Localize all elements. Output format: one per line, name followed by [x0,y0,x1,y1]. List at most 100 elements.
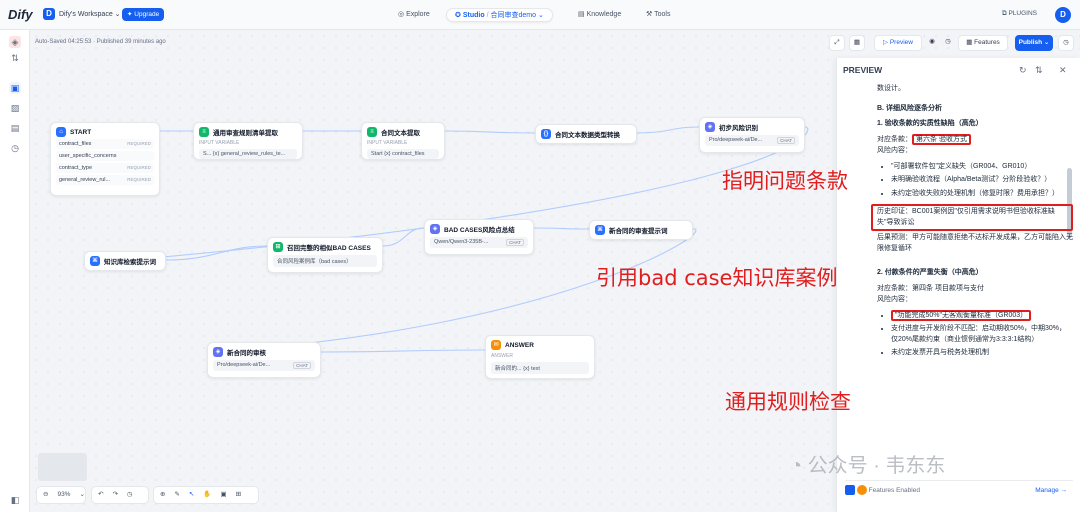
features-button[interactable]: ▦ Features [958,35,1008,51]
tools-icon: ⚒ [646,11,653,18]
start-node[interactable]: ⌂ START contract_files REQUIRED user_speci… [50,122,160,196]
refresh-icon[interactable]: ↻ [1019,65,1027,76]
var-required: REQUIRED [127,141,151,146]
close-icon[interactable]: ✕ [1059,65,1067,76]
add-note-icon[interactable]: ✎ [174,487,179,503]
node-body-text: 合同风险案例库（bad cases） [277,259,352,265]
annotation-badcase: 引用bad case知识库案例 [596,266,838,290]
code-icon: {} [541,129,551,139]
risk-label: 风险内容： [877,296,912,303]
node-body: Qwen/Qwen3-235B-... CHAT [430,237,528,248]
node-title: 新合同的审查提示词 [609,228,668,235]
swap-icon[interactable]: ⇅ [1035,65,1043,76]
user-avatar[interactable]: D [1055,7,1071,23]
annotation-rules: 通用规则检查 [725,390,851,414]
nav-tools[interactable]: ⚒ Tools [646,8,670,22]
organize-icon[interactable]: ⊞ [236,487,241,503]
start-var: contract_type REQUIRED [56,163,154,173]
app-name[interactable]: 合同审查demo [490,12,536,19]
list-item: 支付进度与开发阶段不匹配：启动期收50%，中期30%，仅20%尾款约束（商业惯例… [891,324,1073,345]
checklist-icon: ▦ [853,39,861,46]
features-icon: ▦ [966,39,973,46]
undo-icon[interactable]: ↶ [98,487,103,503]
risk-list: "可部署软件包"定义缺失（GR004、GR010） 未明确验收流程（Alpha/… [891,162,1073,200]
plugins-label: PLUGINS [1008,10,1038,17]
api-icon[interactable]: ▨ [9,102,21,114]
paragraph: 数设计。 [877,85,905,92]
workspace-avatar[interactable]: D [43,8,55,20]
canvas-tools: ⊕ ✎ ↖ ✋ ▣ ⊞ [153,486,259,504]
debug-icon[interactable]: ◉ [925,35,939,51]
zoom-level: 93% [57,491,71,498]
publish-button[interactable]: Publish ⌄ [1015,35,1053,51]
list-item: "可部署软件包"定义缺失（GR004、GR010） [891,162,1073,173]
orchestrate-icon[interactable]: ▣ [9,82,21,94]
var-required: REQUIRED [127,177,151,182]
checklist-button[interactable]: ▦ [849,35,865,51]
node-title: 新合同的审核 [227,350,266,357]
nav-explore-label: Explore [406,11,430,18]
node-title: 召回完整的相似BAD CASES [287,245,371,252]
start-var: contract_files REQUIRED [56,139,154,149]
node-contract-text-extract[interactable]: ≡ 合同文本提取 INPUT VARIABLE Start {x} contrac… [361,122,445,160]
model-name: Pro/deepseek-ai/De... [217,362,271,368]
upgrade-label: Upgrade [134,11,160,18]
var-name: user_specific_concerns [59,153,117,159]
nav-studio[interactable]: ✪ Studio / 合同审查demo ⌄ [446,8,553,22]
node-body-text: 新合同的... {x} text [495,366,540,372]
chevron-down-icon: ⌄ [537,12,544,19]
node-contract-review[interactable]: ◈ 新合同的审核 Pro/deepseek-ai/De... CHAT [207,342,321,378]
node-body-text: Start {x} contract_files [371,151,425,157]
nav-explore[interactable]: ◎ Explore [398,8,430,22]
export-icon[interactable]: ▣ [220,487,226,503]
node-badcase-summary[interactable]: ◈ BAD CASES风险点总结 Qwen/Qwen3-235B-... CHAT [424,219,534,255]
minimap[interactable] [38,453,87,481]
node-kb-prompt[interactable]: ⌘ 知识库检索提示词 [84,251,166,271]
answer-node[interactable]: ✉ ANSWER ANSWER 新合同的... {x} text [485,335,595,379]
node-title: 合同文本数据类型转换 [555,132,620,139]
annotation-problem-clause: 指明问题条款 [722,169,848,193]
add-node-icon[interactable]: ⊕ [160,487,165,503]
node-type-convert[interactable]: {} 合同文本数据类型转换 [535,124,637,144]
preview-label: Preview [889,39,913,46]
node-review-prompt[interactable]: ⌘ 新合同的审查提示词 [589,220,693,240]
risk-label: 风险内容： [877,147,912,154]
workspace-switcher[interactable]: Dify's Workspace ⌄ [59,10,121,18]
swap-icon[interactable]: ⇅ [9,52,21,64]
preview-title: PREVIEW [843,65,883,75]
node-body: 合同风险案例库（bad cases） [273,255,377,267]
nav-knowledge-label: Knowledge [586,11,622,18]
node-body: 新合同的... {x} text [491,362,589,374]
node-general-rules-extract[interactable]: ≡ 通用审查规则清单提取 INPUT VARIABLE S... {x} gene… [193,122,303,160]
history-icon[interactable]: ◷ [127,487,133,503]
node-title: 通用审查规则清单提取 [213,130,278,137]
watermark-text: 公众号 · 韦东东 [807,455,946,477]
app-icon[interactable]: ◈ [9,36,21,48]
paragraph: 后果预测：甲方可能随意拒绝不达标开发成果，乙方可能陷入无限修复循环 [877,234,1073,252]
redo-icon[interactable]: ↷ [112,487,117,503]
zoom-out-icon[interactable]: ⊖ [43,487,48,503]
plugins-link[interactable]: ⧉ PLUGINS [1002,10,1037,18]
node-title: START [70,128,92,136]
upgrade-button[interactable]: ✦ Upgrade [122,8,165,21]
node-title: ANSWER [505,341,534,349]
zoom-control[interactable]: ⊖ 93% ⌄ [36,486,86,504]
logs-icon[interactable]: ▤ [9,122,21,134]
version-history-button[interactable]: ◷ [1058,35,1074,51]
pointer-icon[interactable]: ↖ [189,487,194,503]
node-body: Start {x} contract_files [367,149,439,159]
dify-logo: Dify [8,7,33,22]
node-kb-retrieval[interactable]: ⊞ 召回完整的相似BAD CASES 合同风险案例库（bad cases） [267,237,383,273]
manage-link[interactable]: Manage → [1035,481,1067,501]
run-history-button[interactable]: ⤢ [829,35,845,51]
nav-knowledge[interactable]: ▤ Knowledge [578,8,621,22]
preview-button[interactable]: ▷ Preview [874,35,922,51]
monitor-icon[interactable]: ◷ [9,142,21,154]
node-initial-risk[interactable]: ◈ 初步风险识别 Pro/deepseek-ai/De... CHAT [699,117,805,153]
history-clock-icon[interactable]: ◷ [941,35,955,51]
start-var: general_review_rul... REQUIRED [56,175,154,185]
hand-icon[interactable]: ✋ [203,487,211,503]
node-subtitle: INPUT VARIABLE [199,140,240,146]
collapse-sidebar-icon[interactable]: ◧ [9,494,21,506]
nav-studio-label: Studio [462,12,485,19]
